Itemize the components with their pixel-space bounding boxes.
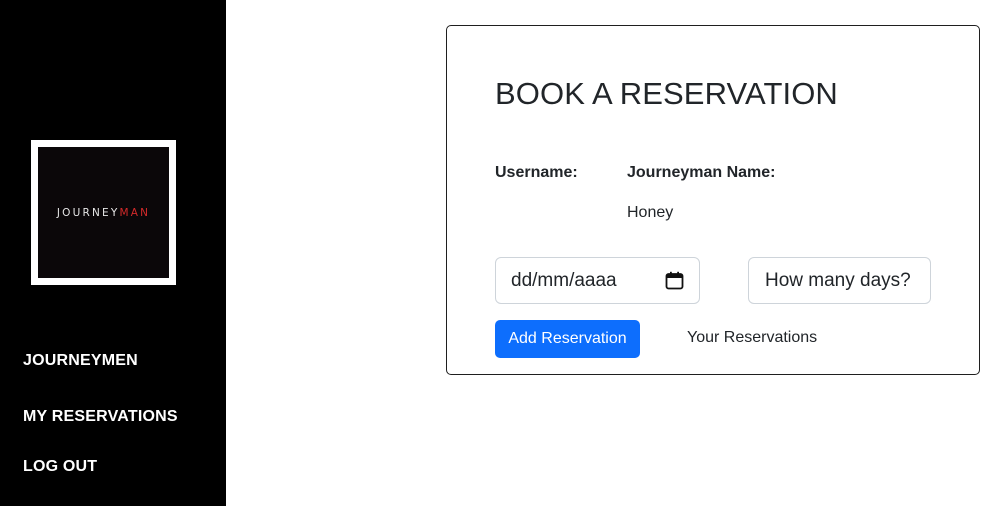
logo-text-accent: MAN [119, 206, 151, 219]
journeyman-name-label: Journeyman Name: [627, 164, 776, 181]
add-reservation-button[interactable]: Add Reservation [495, 320, 640, 358]
sidebar: JOURNEYMAN JOURNEYMEN MY RESERVATIONS LO… [0, 0, 226, 506]
calendar-icon[interactable] [665, 271, 684, 290]
nav-journeymen[interactable]: JOURNEYMEN [23, 352, 138, 370]
logo[interactable]: JOURNEYMAN [31, 140, 176, 285]
logo-text-main: JOURNEY [56, 206, 120, 219]
booking-card: BOOK A RESERVATION Username: Journeyman … [446, 25, 980, 375]
logo-text: JOURNEYMAN [57, 207, 150, 219]
date-input-value: dd/mm/aaaa [511, 269, 617, 291]
nav-log-out[interactable]: LOG OUT [23, 458, 97, 476]
nav-my-reservations[interactable]: MY RESERVATIONS [23, 408, 178, 426]
days-input[interactable] [748, 257, 931, 304]
page-title: BOOK A RESERVATION [495, 76, 838, 111]
journeyman-name-value: Honey [627, 204, 674, 221]
date-input[interactable]: dd/mm/aaaa [495, 257, 700, 304]
logo-inner: JOURNEYMAN [38, 147, 169, 278]
your-reservations-link[interactable]: Your Reservations [687, 329, 817, 347]
username-label: Username: [495, 164, 578, 181]
